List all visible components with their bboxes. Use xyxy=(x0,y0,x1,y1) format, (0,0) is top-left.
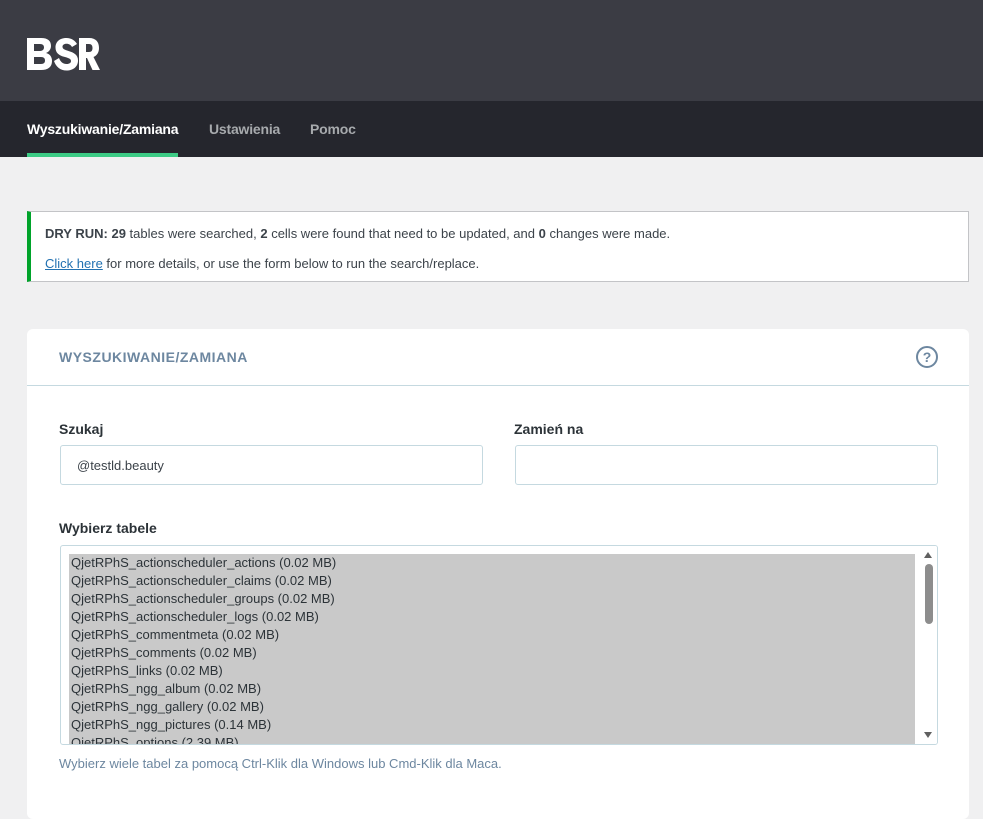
search-input[interactable] xyxy=(60,445,483,485)
table-option[interactable]: QjetRPhS_actionscheduler_logs (0.02 MB) xyxy=(69,608,915,626)
help-icon[interactable]: ? xyxy=(916,346,938,368)
tab-help[interactable]: Pomoc xyxy=(310,101,356,157)
table-option[interactable]: QjetRPhS_actionscheduler_groups (0.02 MB… xyxy=(69,590,915,608)
table-select[interactable]: QjetRPhS_actionscheduler_actions (0.02 M… xyxy=(60,545,938,745)
table-option[interactable]: QjetRPhS_actionscheduler_claims (0.02 MB… xyxy=(69,572,915,590)
notice-text: tables were searched, xyxy=(125,226,261,241)
multi-select-hint: Wybierz wiele tabel za pomocą Ctrl-Klik … xyxy=(59,756,502,771)
notice-prefix: DRY RUN: xyxy=(45,226,108,241)
notice-text: cells were found that need to be updated… xyxy=(267,226,539,241)
bsr-logo xyxy=(27,38,100,71)
tab-search-replace[interactable]: Wyszukiwanie/Zamiana xyxy=(27,101,179,157)
table-list[interactable]: QjetRPhS_actionscheduler_actions (0.02 M… xyxy=(69,554,915,744)
table-option[interactable]: QjetRPhS_options (2.39 MB) xyxy=(69,734,915,744)
replace-input[interactable] xyxy=(515,445,938,485)
table-option[interactable]: QjetRPhS_links (0.02 MB) xyxy=(69,662,915,680)
scroll-thumb[interactable] xyxy=(925,564,933,624)
notice-cells-count: 2 xyxy=(260,226,268,241)
table-scrollbar[interactable] xyxy=(920,546,937,744)
table-option[interactable]: QjetRPhS_comments (0.02 MB) xyxy=(69,644,915,662)
table-option[interactable]: QjetRPhS_commentmeta (0.02 MB) xyxy=(69,626,915,644)
notice-details: Click here for more details, or use the … xyxy=(45,256,479,271)
notice-text: changes were made. xyxy=(545,226,671,241)
table-option[interactable]: QjetRPhS_ngg_pictures (0.14 MB) xyxy=(69,716,915,734)
table-option[interactable]: QjetRPhS_ngg_gallery (0.02 MB) xyxy=(69,698,915,716)
scroll-up-icon[interactable] xyxy=(924,552,932,558)
table-option[interactable]: QjetRPhS_ngg_album (0.02 MB) xyxy=(69,680,915,698)
replace-label: Zamień na xyxy=(514,421,584,437)
dry-run-notice: DRY RUN: 29 tables were searched, 2 cell… xyxy=(27,211,969,282)
table-option[interactable]: QjetRPhS_actionscheduler_actions (0.02 M… xyxy=(69,554,915,572)
header xyxy=(0,0,983,101)
notice-summary: DRY RUN: 29 tables were searched, 2 cell… xyxy=(45,226,670,241)
tab-settings[interactable]: Ustawienia xyxy=(209,101,280,157)
card-header: WYSZUKIWANIE/ZAMIANA ? xyxy=(27,329,969,386)
main-nav: Wyszukiwanie/Zamiana Ustawienia Pomoc xyxy=(0,101,983,157)
notice-text: for more details, or use the form below … xyxy=(102,256,480,271)
notice-tables-count: 29 xyxy=(111,226,126,241)
details-link[interactable]: Click here xyxy=(45,256,103,271)
search-replace-card: WYSZUKIWANIE/ZAMIANA ? Szukaj Zamień na … xyxy=(27,329,969,819)
card-title: WYSZUKIWANIE/ZAMIANA xyxy=(59,349,248,365)
scroll-down-icon[interactable] xyxy=(924,732,932,738)
tables-label: Wybierz tabele xyxy=(59,520,157,536)
notice-changes-count: 0 xyxy=(538,226,546,241)
search-label: Szukaj xyxy=(59,421,104,437)
